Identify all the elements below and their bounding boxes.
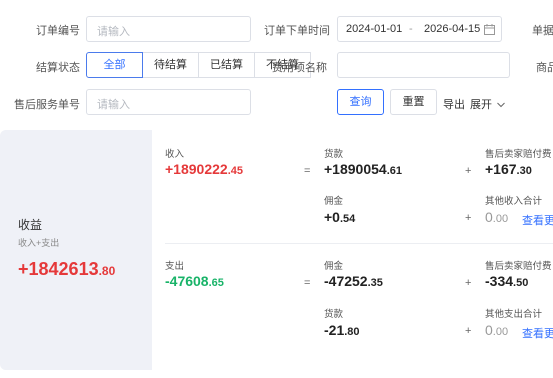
income-other-label: 其他收入合计 [485, 196, 543, 207]
calendar-icon[interactable] [484, 24, 495, 35]
income-goods-label: 货款 [324, 149, 344, 160]
income-goods-value: +1890054.61 [324, 161, 402, 177]
settle-status-label: 结算状态 [36, 62, 80, 74]
after-sale-no-input[interactable]: 请输入 [86, 89, 251, 115]
fee-item-label: 费用项名称 [272, 62, 327, 74]
expense-other-int: 0 [485, 322, 493, 338]
income-commission-int: +0 [324, 209, 340, 225]
export-button[interactable]: 导出 [443, 96, 465, 112]
doc-label-cut: 单据 [532, 25, 553, 37]
order-no-input[interactable]: 请输入 [86, 16, 251, 42]
expense-value: -47608.65 [165, 273, 224, 289]
earnings-summary-panel: 收益 收入+支出 +1842613.80 收入 +1890222.45 = 货款… [0, 130, 553, 370]
expense-comp-int: -334 [485, 273, 514, 289]
expense-dec: .65 [208, 277, 224, 289]
expense-other-view-more-link[interactable]: 查看更 [522, 325, 553, 341]
earnings-total-card: 收益 收入+支出 +1842613.80 [0, 130, 152, 370]
expense-commission-int: -47252 [324, 273, 368, 289]
expand-label: 展开 [470, 99, 492, 111]
order-time-separator: - [409, 23, 413, 35]
income-comp-dec: .30 [516, 165, 532, 177]
income-value: +1890222.45 [165, 161, 243, 177]
chevron-down-icon [497, 102, 505, 108]
income-commission-dec: .54 [339, 213, 356, 225]
income-equals: = [304, 165, 311, 177]
expense-goods-dec: .80 [344, 326, 360, 338]
income-other-int: 0 [485, 209, 493, 225]
earnings-total-int: +1842613 [18, 259, 99, 279]
settle-status-pending[interactable]: 待结算 [142, 52, 199, 78]
expense-commission-value: -47252.35 [324, 273, 383, 289]
income-comp-int: +167 [485, 161, 517, 177]
order-no-placeholder: 请输入 [97, 26, 130, 38]
income-commission-value: +0.54 [324, 209, 355, 225]
income-goods-int: +1890054 [324, 161, 387, 177]
expense-goods-label: 货款 [324, 309, 344, 320]
income-plus-1: + [465, 165, 472, 177]
fee-item-input[interactable] [337, 52, 510, 78]
after-sale-no-placeholder: 请输入 [97, 99, 130, 111]
expense-comp-label: 售后卖家赔付费 [485, 261, 552, 272]
expense-goods-value: -21.80 [324, 322, 360, 338]
income-goods-dec: .61 [386, 165, 402, 177]
expense-other-label: 其他支出合计 [485, 309, 543, 320]
order-time-range[interactable]: 2024-01-01 - 2026-04-15 [337, 16, 502, 42]
income-commission-label: 佣金 [324, 196, 344, 207]
goods-label-cut: 商品 [536, 62, 553, 74]
expense-int: -47608 [165, 273, 209, 289]
earnings-subtitle: 收入+支出 [18, 238, 60, 248]
expense-commission-label: 佣金 [324, 261, 344, 272]
expand-toggle[interactable]: 展开 [470, 96, 505, 112]
breakdown-divider [165, 243, 553, 244]
income-other-value: 0.00 [485, 209, 508, 225]
expense-other-dec: .00 [492, 326, 509, 338]
settle-status-settled[interactable]: 已结算 [198, 52, 255, 78]
order-time-end[interactable]: 2026-04-15 [424, 23, 480, 35]
income-comp-label: 售后卖家赔付费 [485, 149, 552, 160]
expense-plus-1: + [465, 277, 472, 289]
income-dec: .45 [227, 165, 243, 177]
order-time-start[interactable]: 2024-01-01 [346, 23, 402, 35]
query-button[interactable]: 查询 [337, 89, 384, 115]
expense-commission-dec: .35 [367, 277, 383, 289]
income-other-view-more-link[interactable]: 查看更 [522, 212, 553, 228]
expense-label: 支出 [165, 261, 185, 272]
earnings-title: 收益 [18, 218, 43, 232]
reset-button[interactable]: 重置 [390, 89, 437, 115]
income-plus-2: + [465, 212, 472, 224]
settle-status-all[interactable]: 全部 [86, 52, 143, 78]
income-other-dec: .00 [492, 213, 509, 225]
income-comp-value: +167.30 [485, 161, 532, 177]
income-label: 收入 [165, 149, 185, 160]
after-sale-no-label: 售后服务单号 [14, 99, 80, 111]
expense-goods-int: -21 [324, 322, 345, 338]
expense-comp-value: -334.50 [485, 273, 528, 289]
order-time-label: 订单下单时间 [264, 25, 330, 37]
income-int: +1890222 [165, 161, 228, 177]
expense-other-value: 0.00 [485, 322, 508, 338]
earnings-total-value: +1842613.80 [18, 259, 115, 280]
earnings-total-dec: .80 [98, 264, 116, 278]
expense-equals: = [304, 277, 311, 289]
order-no-label: 订单编号 [36, 25, 80, 37]
expense-plus-2: + [465, 325, 472, 337]
expense-comp-dec: .50 [513, 277, 529, 289]
